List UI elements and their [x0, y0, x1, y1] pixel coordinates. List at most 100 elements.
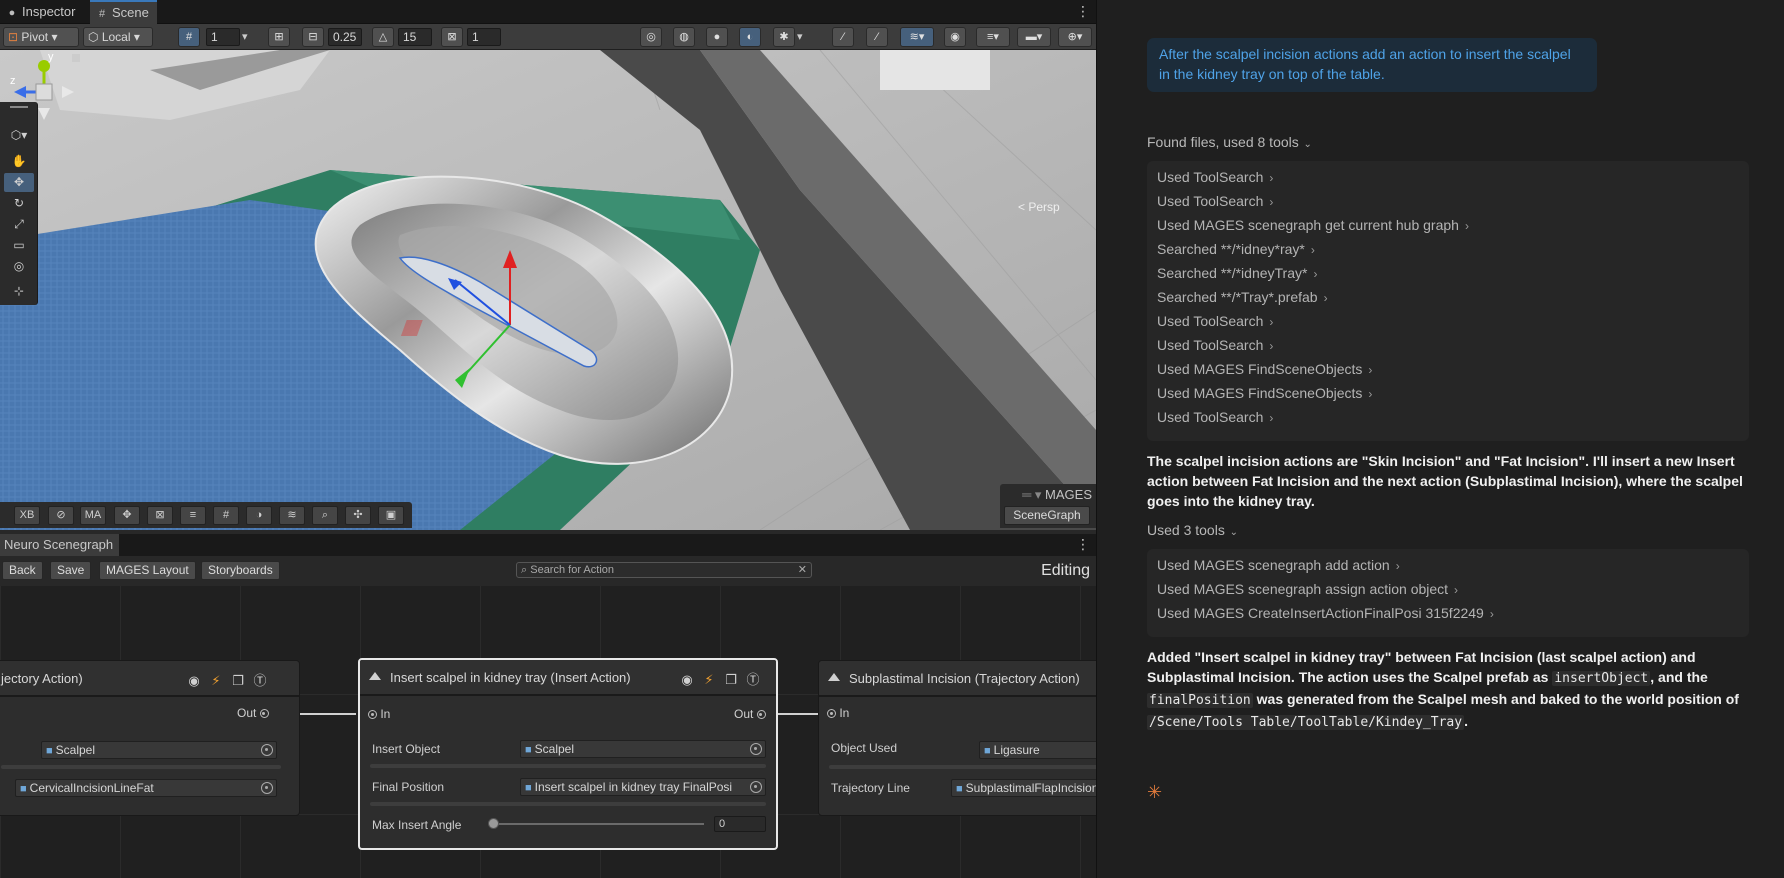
- transform-button[interactable]: ⊠: [147, 506, 173, 525]
- out-port[interactable]: Out: [237, 706, 269, 720]
- collapse-caret-icon[interactable]: [828, 673, 840, 681]
- tab-menu-icon[interactable]: ⋮: [1076, 3, 1090, 19]
- transform-tool-button[interactable]: ◎: [4, 257, 34, 276]
- duplicate-icon[interactable]: ❐: [227, 673, 249, 689]
- scale-tool-button[interactable]: ⤢: [4, 215, 34, 234]
- tab-neuro-scenegraph[interactable]: Neuro Scenegraph: [0, 534, 120, 556]
- tool-call-item[interactable]: Used ToolSearch ›: [1157, 337, 1273, 353]
- snap-rotate-field[interactable]: 15: [398, 28, 432, 46]
- unlit-shading-button[interactable]: ●: [706, 27, 728, 47]
- eye-icon[interactable]: ◉: [676, 672, 698, 688]
- move-tool-button[interactable]: ✥: [4, 173, 34, 192]
- snap-scale-field[interactable]: 1: [467, 28, 501, 46]
- node-fat-incision[interactable]: jectory Action) ◉ ⚡ ❐ Ⓣ Out ■ Scalpel ■ Cervi…: [0, 660, 300, 816]
- storyboards-button[interactable]: Storyboards: [201, 561, 280, 580]
- increment-snap-button[interactable]: ⊟: [302, 27, 324, 47]
- save-button[interactable]: Save: [50, 561, 92, 580]
- tab-inspector[interactable]: ● Inspector: [0, 0, 83, 24]
- tool-call-item[interactable]: Used ToolSearch ›: [1157, 313, 1273, 329]
- scenegraph-menu-icon[interactable]: ⋮: [1076, 536, 1090, 552]
- gizmos-dropdown[interactable]: ⊕▾: [1058, 27, 1092, 47]
- scenegraph-canvas[interactable]: jectory Action) ◉ ⚡ ❐ Ⓣ Out ■ Scalpel ■ Cervi…: [0, 586, 1096, 878]
- effects-toggle-button[interactable]: ≋▾: [900, 27, 934, 47]
- shaded-wireframe-button[interactable]: ◍: [673, 27, 695, 47]
- lock-icon[interactable]: [72, 54, 80, 62]
- scenegraph-button[interactable]: SceneGraph: [1004, 506, 1090, 525]
- local-dropdown[interactable]: ⬡ Local ▾: [83, 27, 153, 47]
- trajectory-field[interactable]: ■ CervicalIncisionLineFat: [15, 779, 277, 797]
- text-icon[interactable]: Ⓣ: [742, 669, 764, 688]
- tool-call-item[interactable]: Used MAGES CreateInsertActionFinalPosi 3…: [1157, 605, 1494, 621]
- visibility-toggle-button[interactable]: ◉: [944, 27, 966, 47]
- wireframe-shading-button[interactable]: ◎: [640, 27, 662, 47]
- scene-viewport[interactable]: z y < Persp ⬡▾ ✋ ✥ ↻ ⤢ ▭ ◎ ⊹ XB ⊘ MA ✥ ⊠…: [0, 50, 1096, 530]
- camera-dropdown[interactable]: ▬▾: [1017, 27, 1051, 47]
- target-picker-icon[interactable]: [261, 782, 273, 794]
- trajectory-line-field[interactable]: ■ SubplastimalFlapIncision: [951, 779, 1096, 797]
- mages-layout-button[interactable]: MAGES Layout: [99, 561, 196, 580]
- grid-button[interactable]: #: [213, 506, 239, 525]
- duplicate-icon[interactable]: ❐: [720, 672, 742, 688]
- final-position-field[interactable]: ■ Insert scalpel in kidney tray FinalPosi: [520, 778, 766, 796]
- max-angle-field[interactable]: 0: [714, 816, 766, 832]
- tool-call-item[interactable]: Used ToolSearch ›: [1157, 409, 1273, 425]
- bolt-icon[interactable]: ⚡: [698, 672, 720, 688]
- lighting-toggle-button[interactable]: ⁄: [866, 27, 888, 47]
- tools-section-toggle-2[interactable]: Used 3 tools ⌄: [1147, 522, 1238, 538]
- in-port[interactable]: In: [368, 707, 390, 721]
- pivot-dropdown[interactable]: ⊡ Pivot ▾: [3, 27, 79, 47]
- debug-draw-button[interactable]: ✱: [773, 27, 795, 47]
- rotate-tool-button[interactable]: ↻: [4, 194, 34, 213]
- tool-call-item[interactable]: Used ToolSearch ›: [1157, 193, 1273, 209]
- tool-call-item[interactable]: Searched **/*idney*ray* ›: [1157, 241, 1315, 257]
- in-port[interactable]: In: [827, 706, 849, 720]
- out-port[interactable]: Out: [734, 707, 766, 721]
- xb-button[interactable]: XB: [14, 506, 40, 525]
- nodes-button[interactable]: ✣: [345, 506, 371, 525]
- lit-shading-button[interactable]: ◐: [739, 27, 761, 47]
- move-snap-button[interactable]: ⊞: [268, 27, 290, 47]
- eye-icon[interactable]: ◉: [183, 673, 205, 689]
- drag-handle-icon[interactable]: [10, 106, 28, 108]
- object-used-field[interactable]: ■ Ligasure: [979, 741, 1096, 759]
- tool-call-item[interactable]: Searched **/*Tray*.prefab ›: [1157, 289, 1328, 305]
- view-options-button[interactable]: ⬡▾: [4, 126, 34, 145]
- rect-tool-button[interactable]: ▭: [4, 236, 34, 255]
- bolt-icon[interactable]: ⚡: [205, 673, 227, 689]
- insert-object-field[interactable]: ■ Scalpel: [520, 740, 766, 758]
- grid-chevron-icon[interactable]: ▾: [242, 30, 248, 43]
- custom-tool-button[interactable]: ⊹: [4, 282, 34, 301]
- action-search-input[interactable]: ⌕ Search for Action ✕: [516, 562, 812, 578]
- screenshot-button[interactable]: ▣: [378, 506, 404, 525]
- rotate-snap-button[interactable]: △: [372, 27, 394, 47]
- back-button[interactable]: Back: [2, 561, 43, 580]
- scale-snap-button[interactable]: ⊠: [441, 27, 463, 47]
- tool-call-item[interactable]: Used MAGES scenegraph assign action obje…: [1157, 581, 1458, 597]
- target-picker-icon[interactable]: [261, 744, 273, 756]
- tool-call-item[interactable]: Used MAGES scenegraph get current hub gr…: [1157, 217, 1469, 233]
- tools-section-toggle-1[interactable]: Found files, used 8 tools ⌄: [1147, 134, 1312, 150]
- target-picker-icon[interactable]: [750, 743, 762, 755]
- debug-chevron-icon[interactable]: ▾: [797, 30, 803, 43]
- drag-handle-icon[interactable]: ═ ▾: [1022, 487, 1045, 502]
- object-field[interactable]: ■ Scalpel: [41, 741, 277, 759]
- snap-move-field[interactable]: 0.25: [328, 28, 362, 46]
- tab-scene[interactable]: # Scene: [90, 0, 157, 24]
- max-angle-slider-track[interactable]: [490, 823, 704, 825]
- clear-search-icon[interactable]: ✕: [798, 563, 807, 577]
- moon-button[interactable]: ◑: [246, 506, 272, 525]
- perspective-label[interactable]: < Persp: [1018, 200, 1060, 214]
- move-button[interactable]: ✥: [114, 506, 140, 525]
- grid-size-field[interactable]: 1: [206, 28, 240, 46]
- 2d-toggle-button[interactable]: ⁄: [832, 27, 854, 47]
- grid-toggle-button[interactable]: #: [178, 27, 200, 47]
- sliders-button[interactable]: ≡: [180, 506, 206, 525]
- tool-call-item[interactable]: Searched **/*idneyTray* ›: [1157, 265, 1317, 281]
- node-insert-scalpel[interactable]: Insert scalpel in kidney tray (Insert Ac…: [358, 658, 778, 850]
- compass-button[interactable]: ⊘: [48, 506, 74, 525]
- text-icon[interactable]: Ⓣ: [249, 670, 271, 689]
- tool-call-item[interactable]: Used ToolSearch ›: [1157, 169, 1273, 185]
- target-picker-icon[interactable]: [750, 781, 762, 793]
- tool-call-item[interactable]: Used MAGES FindSceneObjects ›: [1157, 361, 1372, 377]
- search-button[interactable]: ⌕: [312, 506, 338, 525]
